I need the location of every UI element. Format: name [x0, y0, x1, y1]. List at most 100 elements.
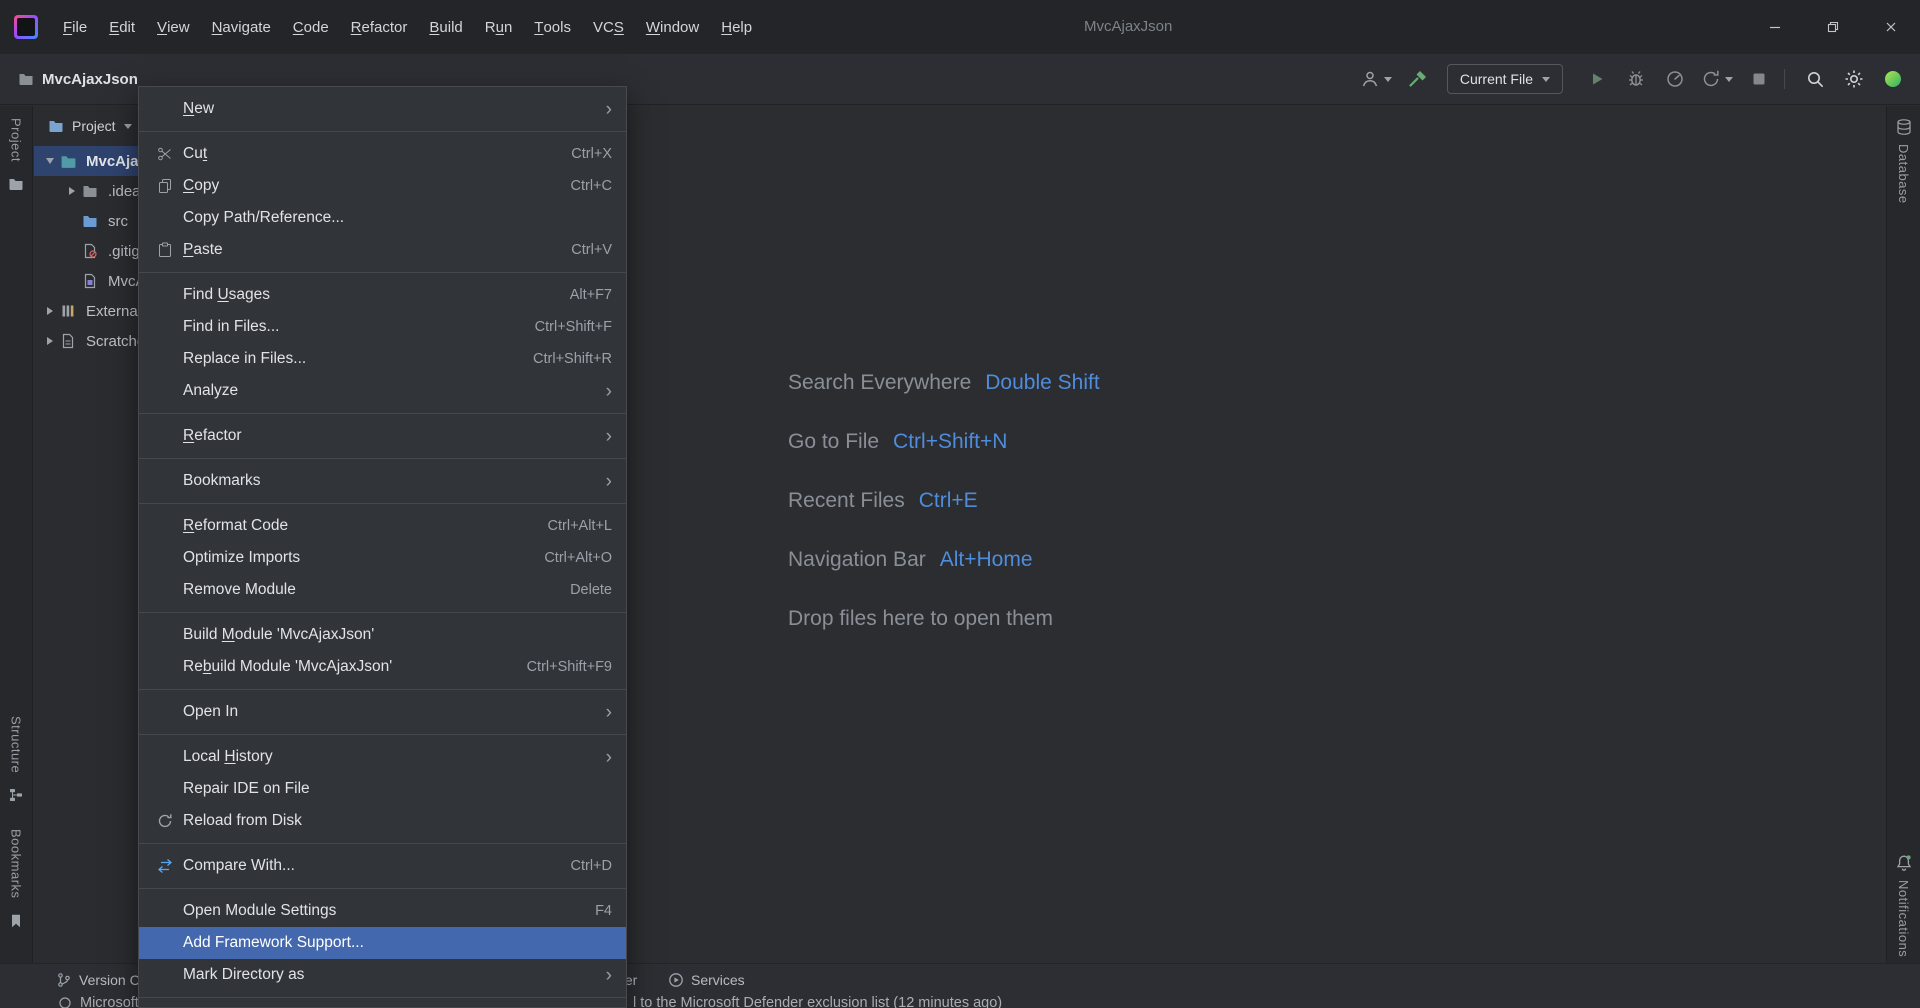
user-menu-button[interactable] — [1356, 62, 1396, 96]
menubar-refactor[interactable]: Refactor — [340, 0, 419, 54]
project-breadcrumb[interactable]: MvcAjaxJson — [18, 71, 138, 88]
menubar-build[interactable]: Build — [418, 0, 473, 54]
tree-chevron-icon[interactable] — [42, 158, 58, 164]
gear-icon — [1844, 69, 1864, 89]
menu-separator — [139, 413, 626, 414]
settings-button[interactable] — [1837, 62, 1871, 96]
menubar-window[interactable]: Window — [635, 0, 710, 54]
menubar-help[interactable]: Help — [710, 0, 763, 54]
menu-item-label: Open Module Settings — [183, 902, 336, 920]
status-event-icon — [58, 996, 72, 1008]
context-menu-item-analyze[interactable]: Analyze› — [139, 375, 626, 407]
menubar-navigate[interactable]: Navigate — [201, 0, 282, 54]
context-menu-item-build-module-mvcajaxjson[interactable]: Build Module 'MvcAjaxJson' — [139, 619, 626, 651]
hint-shortcut: Double Shift — [985, 371, 1099, 395]
minimize-button[interactable] — [1746, 0, 1804, 54]
context-menu-item-reload-from-disk[interactable]: Reload from Disk — [139, 805, 626, 837]
menu-item-label: Local History — [183, 748, 273, 766]
context-menu-item-open-in[interactable]: Open In› — [139, 696, 626, 728]
status-message-left[interactable]: Microsoft — [80, 995, 139, 1008]
folder-icon[interactable] — [8, 176, 24, 192]
context-menu-item-paste[interactable]: PasteCtrl+V — [139, 234, 626, 266]
build-project-button[interactable] — [1401, 62, 1435, 96]
database-stripe-button[interactable]: Database — [1896, 144, 1911, 204]
menu-item-shortcut: Ctrl+Shift+R — [533, 351, 612, 367]
scratches-icon — [60, 333, 80, 349]
bell-icon[interactable] — [1895, 854, 1913, 872]
context-menu-item-remove-module[interactable]: Remove ModuleDelete — [139, 574, 626, 606]
bookmark-icon[interactable] — [8, 913, 24, 929]
context-menu-item-compare-with[interactable]: Compare With...Ctrl+D — [139, 850, 626, 882]
structure-stripe-button[interactable]: Structure — [9, 716, 24, 773]
menubar-vcs[interactable]: VCS — [582, 0, 635, 54]
menu-item-shortcut: Ctrl+Shift+F9 — [527, 659, 612, 675]
context-menu-item-reformat-code[interactable]: Reformat Code Ctrl+Alt+L — [139, 510, 626, 542]
bug-icon — [1626, 69, 1646, 89]
promotions-button[interactable] — [1876, 62, 1910, 96]
menubar-run[interactable]: Run — [474, 0, 524, 54]
menubar-edit[interactable]: Edit — [98, 0, 146, 54]
tree-item-label: .idea — [108, 183, 141, 200]
context-menu-item-find-in-files[interactable]: Find in Files...Ctrl+Shift+F — [139, 311, 626, 343]
hint-shortcut: Ctrl+E — [919, 489, 978, 513]
context-menu-item-replace-in-files[interactable]: Replace in Files...Ctrl+Shift+R — [139, 343, 626, 375]
menu-item-label: Reload from Disk — [183, 812, 302, 830]
tree-chevron-icon[interactable] — [64, 187, 80, 195]
stop-button[interactable] — [1742, 62, 1776, 96]
menubar-code[interactable]: Code — [282, 0, 340, 54]
menubar-file[interactable]: File — [52, 0, 98, 54]
context-menu-item-new[interactable]: New› — [139, 93, 626, 125]
context-menu-item-add-framework-support[interactable]: Add Framework Support... — [139, 927, 626, 959]
notifications-stripe-button[interactable]: Notifications — [1896, 880, 1911, 957]
context-menu-item-rebuild-module-mvcajaxjson[interactable]: Rebuild Module 'MvcAjaxJson'Ctrl+Shift+F… — [139, 651, 626, 683]
menu-item-label: Compare With... — [183, 857, 295, 875]
search-everywhere-button[interactable] — [1798, 62, 1832, 96]
run-button[interactable] — [1580, 62, 1614, 96]
context-menu-item-local-history[interactable]: Local History› — [139, 741, 626, 773]
project-stripe-button[interactable]: Project — [9, 118, 24, 162]
context-menu-item-repair-ide-on-file[interactable]: Repair IDE on File — [139, 773, 626, 805]
run-configuration-select[interactable]: Current File — [1447, 64, 1563, 94]
tree-chevron-icon[interactable] — [42, 337, 58, 345]
chevron-down-icon — [124, 124, 132, 129]
hint-label: Drop files here to open them — [788, 607, 1053, 631]
profiler-button[interactable] — [1658, 62, 1692, 96]
menu-item-label: Reformat Code — [183, 517, 288, 535]
menu-separator — [139, 131, 626, 132]
menu-item-shortcut: Ctrl+Alt+L — [548, 518, 612, 534]
context-menu-item-mark-directory-as[interactable]: Mark Directory as› — [139, 959, 626, 991]
context-menu-item-find-usages[interactable]: Find UsagesAlt+F7 — [139, 279, 626, 311]
menu-separator — [139, 734, 626, 735]
hint-drop-files-here-to-open-them: Drop files here to open them — [788, 602, 1100, 636]
database-icon[interactable] — [1895, 118, 1913, 136]
minimize-icon — [1768, 20, 1782, 34]
status-message-right[interactable]: l to the Microsoft Defender exclusion li… — [633, 995, 1002, 1008]
context-menu-item-refactor[interactable]: Refactor› — [139, 420, 626, 452]
menu-item-label: Copy Path/Reference... — [183, 209, 344, 227]
menu-separator — [139, 997, 626, 998]
context-menu-item-item[interactable] — [139, 1004, 626, 1008]
menubar-tools[interactable]: Tools — [523, 0, 582, 54]
bookmarks-stripe-button[interactable]: Bookmarks — [9, 829, 24, 899]
menu-item-shortcut: Alt+F7 — [570, 287, 612, 303]
context-menu-item-cut[interactable]: CutCtrl+X — [139, 138, 626, 170]
structure-icon[interactable] — [8, 787, 24, 803]
context-menu-item-optimize-imports[interactable]: Optimize ImportsCtrl+Alt+O — [139, 542, 626, 574]
menu-item-label: Refactor — [183, 427, 242, 445]
maximize-button[interactable] — [1804, 0, 1862, 54]
debug-button[interactable] — [1619, 62, 1653, 96]
tree-chevron-icon[interactable] — [42, 307, 58, 315]
close-icon — [1884, 20, 1898, 34]
menubar-view[interactable]: View — [146, 0, 201, 54]
folder-root-icon — [60, 153, 80, 170]
context-menu-item-bookmarks[interactable]: Bookmarks› — [139, 465, 626, 497]
hint-search-everywhere: Search EverywhereDouble Shift — [788, 366, 1100, 400]
context-menu-item-copy-path-reference[interactable]: Copy Path/Reference... — [139, 202, 626, 234]
user-icon — [1360, 69, 1380, 89]
rerun-button[interactable] — [1697, 62, 1737, 96]
compare-icon — [157, 858, 183, 874]
context-menu-item-copy[interactable]: CopyCtrl+C — [139, 170, 626, 202]
context-menu-item-open-module-settings[interactable]: Open Module SettingsF4 — [139, 895, 626, 927]
toolwindow-button-services[interactable]: Services — [668, 964, 745, 995]
close-button[interactable] — [1862, 0, 1920, 54]
